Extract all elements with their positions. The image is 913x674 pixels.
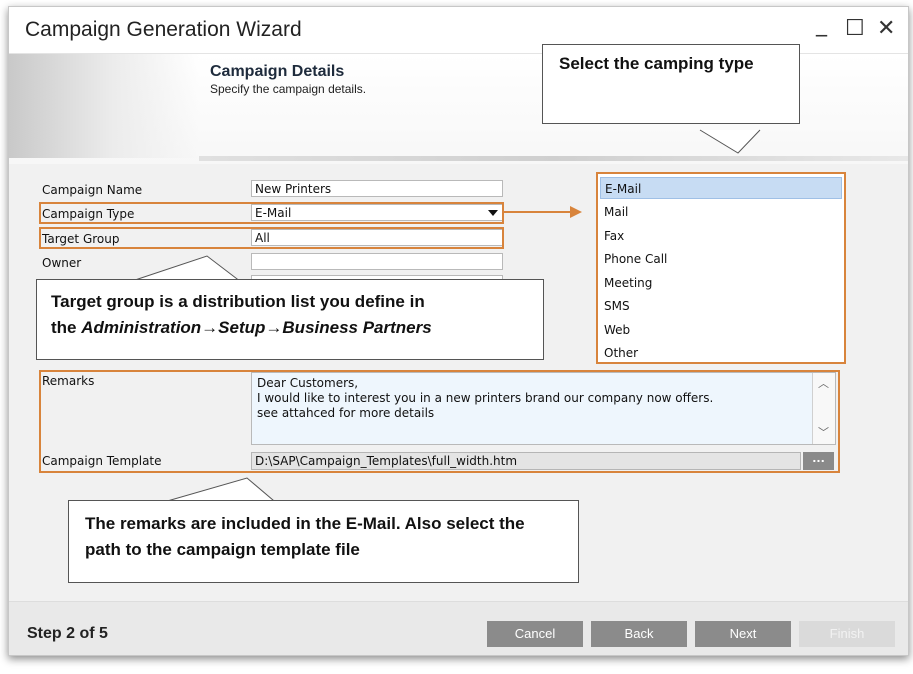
callout-line2-prefix: the [51,318,82,337]
top-callout-pointer [699,129,761,154]
callout-target-group-line1: Target group is a distribution list you … [51,292,425,311]
callout-remarks: The remarks are included in the E-Mail. … [68,500,579,583]
callout-target-group: Target group is a distribution list you … [36,279,544,360]
callout-menu-path: Administration→Setup→Business Partners [81,318,432,337]
callout-campaign-type: Select the camping type [542,44,800,124]
callout-target-group-line2: the Administration→Setup→Business Partne… [51,315,529,341]
arrow-head-icon [570,206,582,218]
